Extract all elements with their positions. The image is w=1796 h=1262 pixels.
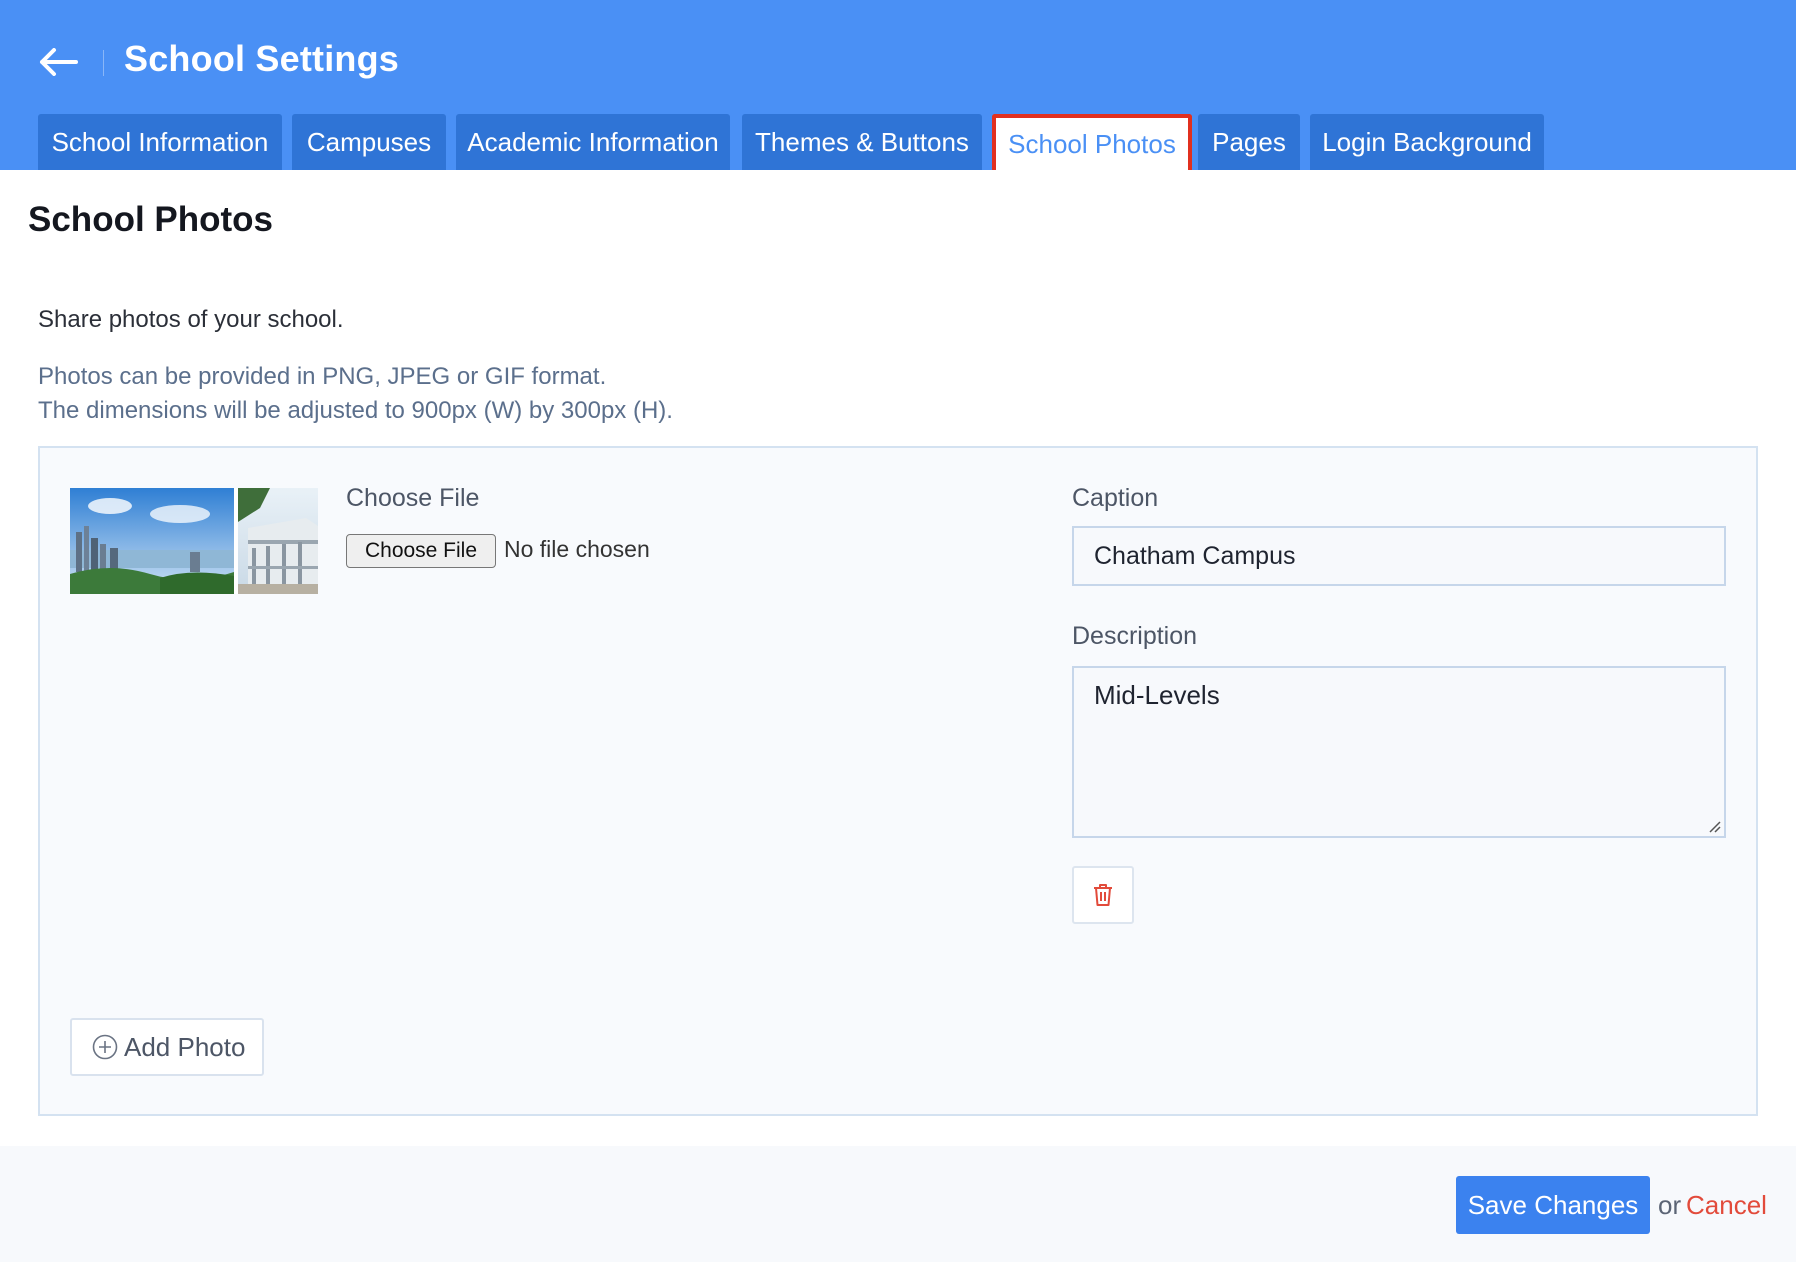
page-title: School Photos	[28, 200, 273, 239]
choose-file-label: Choose File	[346, 484, 480, 512]
format-hint: Photos can be provided in PNG, JPEG or G…	[38, 360, 673, 428]
intro-text: Share photos of your school.	[38, 306, 344, 333]
plus-circle-icon	[92, 1034, 118, 1060]
tab-pages[interactable]: Pages	[1198, 114, 1300, 170]
caption-label: Caption	[1072, 484, 1159, 512]
caption-input[interactable]: Chatham Campus	[1072, 526, 1726, 586]
tab-academic-information[interactable]: Academic Information	[456, 114, 730, 170]
form-footer: Save Changes or Cancel	[0, 1146, 1796, 1262]
tab-school-information[interactable]: School Information	[38, 114, 282, 170]
top-header: School Settings School Information Campu…	[0, 0, 1796, 170]
tab-themes-buttons[interactable]: Themes & Buttons	[742, 114, 982, 170]
file-status-text: No file chosen	[504, 536, 650, 562]
title-divider	[103, 50, 104, 76]
arrow-left-icon	[40, 48, 78, 76]
choose-file-button[interactable]: Choose File	[346, 534, 496, 568]
tab-login-background[interactable]: Login Background	[1310, 114, 1544, 170]
back-button[interactable]	[36, 44, 80, 80]
description-textarea[interactable]: Mid-Levels	[1072, 666, 1726, 838]
trash-icon	[1094, 884, 1112, 906]
description-label: Description	[1072, 622, 1198, 650]
cancel-link[interactable]: Cancel	[1686, 1190, 1767, 1221]
tab-school-photos[interactable]: School Photos	[992, 114, 1192, 170]
resize-grip-icon[interactable]	[1706, 818, 1722, 834]
delete-photo-button[interactable]	[1072, 866, 1134, 924]
page-header-title: School Settings	[124, 38, 400, 79]
save-changes-button[interactable]: Save Changes	[1456, 1176, 1650, 1234]
description-value: Mid-Levels	[1094, 680, 1220, 710]
format-hint-line-1: Photos can be provided in PNG, JPEG or G…	[38, 363, 607, 390]
add-photo-label: Add Photo	[124, 1031, 246, 1062]
tab-campuses[interactable]: Campuses	[292, 114, 446, 170]
format-hint-line-2: The dimensions will be adjusted to 900px…	[38, 397, 673, 424]
add-photo-button[interactable]: Add Photo	[70, 1018, 264, 1076]
or-text: or	[1658, 1190, 1682, 1220]
photo-entry-panel: Choose File Choose File No file chosen C…	[38, 446, 1758, 1116]
photo-thumbnail	[70, 488, 318, 594]
